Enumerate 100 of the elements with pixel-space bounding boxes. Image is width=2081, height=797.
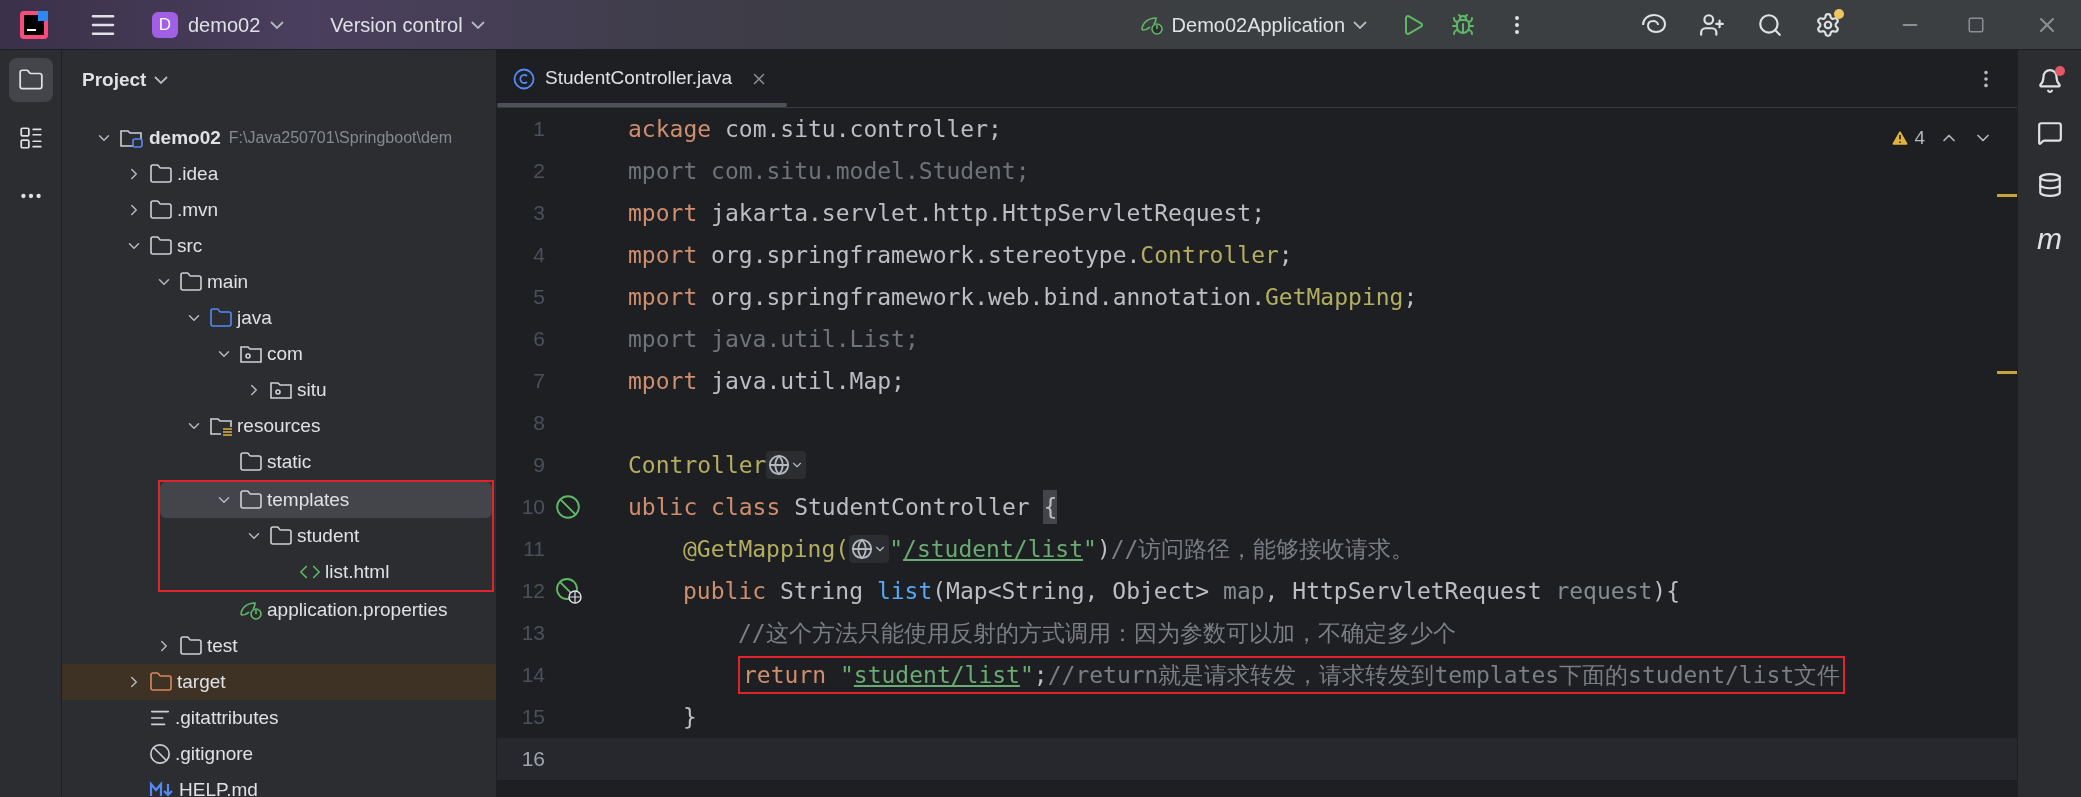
code-token: StudentController xyxy=(793,492,1031,522)
code-token: ){ xyxy=(1652,576,1681,606)
run-configuration[interactable]: Demo02Application xyxy=(1139,9,1367,40)
folder-icon xyxy=(149,234,173,258)
folder-icon xyxy=(179,270,203,294)
tree-item[interactable]: application.properties xyxy=(62,592,496,628)
tree-item-label: .gitignore xyxy=(175,741,254,766)
tree-item-label: target xyxy=(177,669,226,694)
code-token: ublic class xyxy=(628,492,781,522)
tree-item[interactable]: java xyxy=(62,300,496,336)
code-token: ackage xyxy=(628,114,712,144)
code-link[interactable]: student/list xyxy=(853,657,1020,693)
code-token: com.situ.controller; xyxy=(723,114,1002,144)
inlay-hint-icon[interactable] xyxy=(849,535,890,563)
tree-item[interactable]: list.html xyxy=(160,554,492,590)
maximize-icon[interactable] xyxy=(1967,15,1985,34)
tree-item[interactable]: demo02 F:\Java250701\Springboot\dem xyxy=(62,120,496,156)
code-token: java.util.Map; xyxy=(710,366,905,396)
tree-item-label: demo02 xyxy=(149,125,221,150)
project-name: demo02 xyxy=(188,12,261,38)
folder-icon[interactable] xyxy=(8,58,53,102)
code-token: mport xyxy=(628,282,698,312)
caret-icon xyxy=(470,20,485,29)
notifications-icon[interactable] xyxy=(2036,68,2063,94)
tree-item[interactable]: .mvn xyxy=(62,192,496,228)
search-icon[interactable] xyxy=(1757,11,1783,38)
project-switcher[interactable]: D demo02 xyxy=(152,9,285,40)
tree-item[interactable]: resources xyxy=(62,408,496,444)
code-token: " xyxy=(1019,660,1034,690)
warning-marker[interactable] xyxy=(1997,371,2017,374)
tree-item-path: F:\Java250701\Springboot\dem xyxy=(228,128,453,148)
tree-item[interactable]: main xyxy=(62,264,496,300)
package-folder-icon xyxy=(239,343,263,365)
code-token: public xyxy=(683,576,767,606)
maven-button[interactable]: m xyxy=(2037,224,2062,254)
tree-item[interactable]: com xyxy=(62,336,496,372)
tree-item[interactable]: student xyxy=(160,518,492,554)
chat-icon[interactable] xyxy=(2036,120,2063,146)
code-token: mport xyxy=(628,240,698,270)
code-token: list xyxy=(876,576,933,606)
app-logo-icon[interactable] xyxy=(20,10,48,39)
code-token: Controller xyxy=(628,450,767,480)
folder-icon xyxy=(239,488,263,512)
code-token: ; xyxy=(1033,660,1048,690)
tree-item[interactable]: target xyxy=(62,664,496,700)
tree-item-label: resources xyxy=(237,413,321,438)
bean-gutter-icon[interactable] xyxy=(555,494,581,520)
code-token: //访问路径，能够接收请求。 xyxy=(1110,534,1415,564)
folder-icon xyxy=(239,450,263,474)
code-token: } xyxy=(683,702,697,732)
tree-item-label: .idea xyxy=(177,161,219,186)
folder-icon xyxy=(149,670,173,694)
code-token: ; xyxy=(1403,282,1418,312)
tree-item[interactable]: situ xyxy=(62,372,496,408)
tab-scrollbar[interactable] xyxy=(497,103,787,107)
add-user-icon[interactable] xyxy=(1699,11,1725,38)
code-token: String xyxy=(778,576,865,606)
code-token: org.springframework.stereotype. xyxy=(710,240,1141,270)
endpoint-gutter-icon[interactable] xyxy=(555,577,583,605)
tree-item[interactable]: templates xyxy=(160,482,492,518)
tree-item[interactable]: static xyxy=(62,444,496,480)
tree-item-label: list.html xyxy=(325,559,390,584)
tree-item-label: situ xyxy=(297,377,327,402)
code-token: Controller xyxy=(1140,240,1279,270)
tree-item[interactable]: src xyxy=(62,228,496,264)
tree-item[interactable]: .gitattributes xyxy=(62,700,496,736)
code-token: mport xyxy=(628,198,698,228)
folder-icon xyxy=(209,306,233,330)
code-token: jakarta.servlet.http.HttpServletRequest; xyxy=(710,198,1265,228)
code-token: mport xyxy=(628,366,698,396)
code-token: org.springframework.web.bind.annotation. xyxy=(710,282,1265,312)
tree-item-label: application.properties xyxy=(267,597,448,622)
version-control-menu[interactable]: Version control xyxy=(330,9,485,40)
tree-item-label: templates xyxy=(267,487,350,512)
line-number: 16 xyxy=(520,746,545,773)
tree-item-label: test xyxy=(207,633,238,658)
project-badge: D xyxy=(152,11,178,38)
tree-item-label: .mvn xyxy=(177,197,219,222)
database-icon[interactable] xyxy=(2036,172,2063,198)
tree-item[interactable]: test xyxy=(62,628,496,664)
warning-marker[interactable] xyxy=(1997,194,2017,197)
code-token: " xyxy=(838,660,854,690)
code-token: @GetMapping( xyxy=(683,534,850,564)
code-token: GetMapping xyxy=(1265,282,1404,312)
tree-item-label: main xyxy=(207,269,249,294)
tree-item-label: static xyxy=(267,449,312,474)
tree-item-label: com xyxy=(267,341,303,366)
debug-icon[interactable] xyxy=(1451,12,1475,37)
code-token: { xyxy=(1043,489,1058,525)
tree-item[interactable]: .idea xyxy=(62,156,496,192)
inlay-hint-icon[interactable] xyxy=(766,451,807,479)
folder-icon xyxy=(269,524,293,548)
tab-label: StudentController.java xyxy=(545,66,732,91)
tree-item[interactable]: .gitignore xyxy=(62,736,496,772)
code-link[interactable]: /student/list xyxy=(903,531,1084,567)
settings-icon[interactable] xyxy=(1815,11,1841,38)
tree-item[interactable]: HELP.md xyxy=(62,772,496,797)
warning-count[interactable]: 4 xyxy=(1914,124,1925,153)
folder-icon xyxy=(179,634,203,658)
project-view-menu[interactable]: Project xyxy=(82,65,169,95)
